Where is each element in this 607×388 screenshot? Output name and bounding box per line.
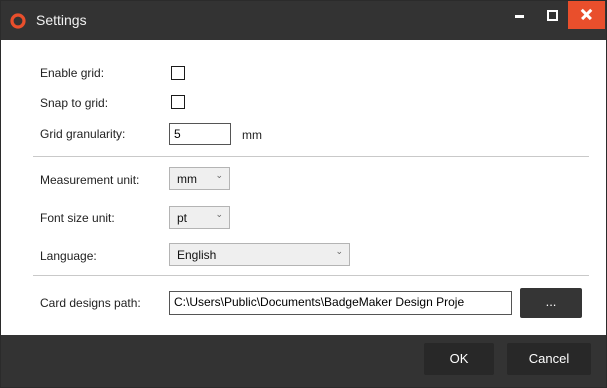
chevron-down-icon: ⌄ [335,246,343,256]
font-size-unit-label: Font size unit: [40,211,115,225]
chevron-down-icon: ⌄ [215,170,223,180]
browse-path-button[interactable]: ... [520,288,582,318]
snap-to-grid-label: Snap to grid: [40,96,109,110]
language-value: English [177,248,217,262]
measurement-unit-value: mm [177,172,197,186]
grid-granularity-label: Grid granularity: [40,127,126,141]
enable-grid-label: Enable grid: [40,66,105,80]
snap-to-grid-checkbox[interactable] [171,95,185,109]
grid-granularity-unit: mm [242,128,262,142]
title-bar[interactable]: Settings [1,1,606,40]
separator [33,156,589,157]
language-label: Language: [40,249,97,263]
measurement-unit-select[interactable]: mm ⌄ [169,167,230,190]
app-icon [10,13,26,29]
card-designs-path-label: Card designs path: [40,296,141,310]
chevron-down-icon: ⌄ [215,209,223,219]
separator [33,275,589,276]
close-icon[interactable] [568,1,605,29]
grid-granularity-input[interactable]: 5 [169,123,231,145]
font-size-unit-select[interactable]: pt ⌄ [169,206,230,229]
font-size-unit-value: pt [177,211,188,225]
card-designs-path-input[interactable]: C:\Users\Public\Documents\BadgeMaker Des… [169,291,512,315]
settings-window: Settings Enable grid: Snap to grid: Grid… [0,0,607,388]
dialog-footer: OK Cancel [1,335,606,387]
enable-grid-checkbox[interactable] [171,66,185,80]
window-title: Settings [36,12,87,28]
language-select[interactable]: English ⌄ [169,243,350,266]
cancel-button[interactable]: Cancel [507,343,591,375]
measurement-unit-label: Measurement unit: [40,173,140,187]
ok-button[interactable]: OK [424,343,494,375]
maximize-icon[interactable] [533,1,571,31]
